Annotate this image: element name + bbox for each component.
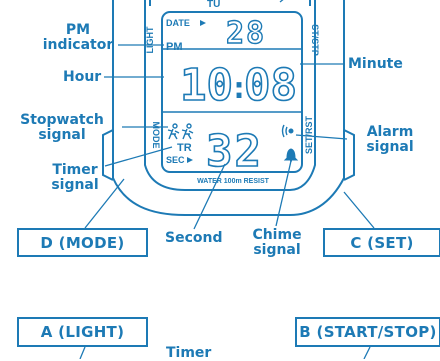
timer-mode-indicator: TR — [177, 142, 192, 154]
pm-indicator-callout: PM indicator — [38, 23, 118, 53]
b-start-stop-button-label: B (START/STOP) — [295, 317, 440, 347]
d-mode-button-label: D (MODE) — [17, 228, 148, 257]
chime-signal-callout: Chime signal — [247, 228, 307, 258]
chime-bell-icon — [283, 148, 299, 162]
timer-signal-callout-line1: Timer — [52, 162, 98, 178]
c-set-button-label: C (SET) — [323, 228, 440, 257]
day-indicator: TU — [207, 0, 220, 10]
minute-callout: Minute — [348, 56, 403, 72]
date-arrow-icon — [200, 20, 206, 26]
date-value: 28 — [226, 16, 266, 51]
bezel-setrst-label: SET/RST — [304, 116, 314, 155]
alarm-signal-callout: Alarm signal — [350, 125, 430, 155]
seconds-digits: 32 — [206, 126, 263, 177]
chime-signal-callout-line2: signal — [253, 242, 301, 258]
stopwatch-runner-icon — [167, 123, 194, 140]
alarm-icon — [281, 124, 294, 138]
alarm-signal-callout-line2: signal — [366, 139, 414, 155]
a-light-button-label: A (LIGHT) — [17, 317, 148, 347]
stopwatch-signal-callout: Stopwatch signal — [2, 113, 122, 143]
hour-callout: Hour — [63, 69, 102, 85]
sec-label: SEC — [166, 155, 185, 165]
chime-signal-callout-line1: Chime — [252, 227, 302, 243]
date-label: DATE — [166, 18, 190, 28]
timer-signal-callout: Timer signal — [45, 163, 105, 193]
stopwatch-signal-callout-line2: signal — [38, 127, 86, 143]
pm-indicator-callout-line2: indicator — [42, 37, 114, 53]
hour-digits: 10 — [180, 60, 233, 111]
chime-leader — [275, 160, 292, 227]
bezel-mode-label: MODE — [151, 122, 161, 149]
pm-indicator-callout-line1: PM — [65, 22, 91, 38]
second-callout: Second — [165, 230, 223, 246]
bezel-light-label: LIGHT — [145, 26, 155, 53]
bezel-ststp-label: ST/STP — [310, 24, 320, 56]
stopwatch-signal-callout-line1: Stopwatch — [20, 112, 104, 128]
water-resist-text: WATER 100m RESIST — [197, 178, 270, 185]
date-leader — [279, 0, 284, 3]
pm-indicator: PM — [166, 41, 183, 53]
minute-digits: 08 — [244, 60, 297, 111]
timer-signal-callout-line2: signal — [51, 177, 99, 193]
c-set-leader — [343, 191, 375, 229]
alarm-signal-callout-line1: Alarm — [366, 124, 414, 140]
sec-arrow-icon — [187, 157, 193, 163]
